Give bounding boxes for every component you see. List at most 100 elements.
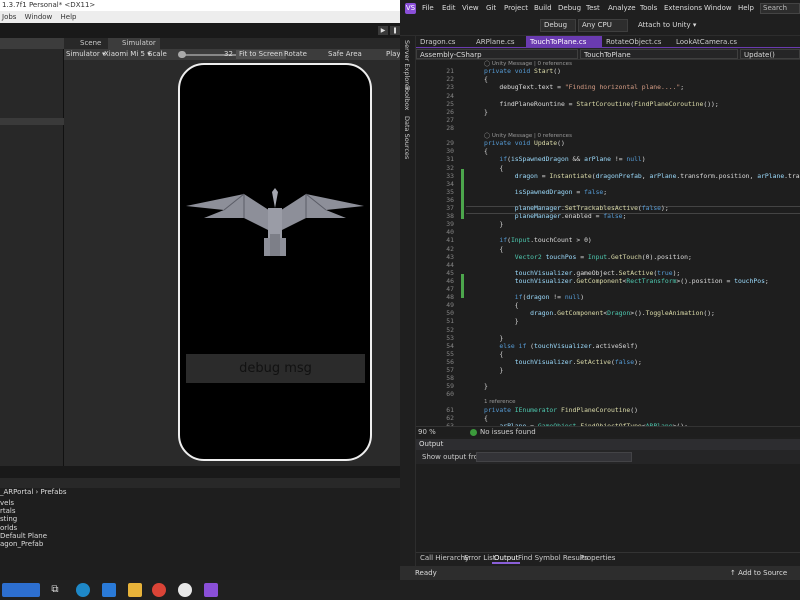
attach-to-unity-button[interactable]: Attach to Unity ▾ — [634, 19, 724, 32]
safe-area-toggle[interactable]: Safe Area — [328, 49, 362, 60]
unity-icon[interactable] — [178, 583, 192, 597]
code-line: 53 } — [416, 334, 800, 342]
search-input[interactable]: Search — [760, 3, 800, 14]
tab-arplane-cs[interactable]: ARPlane.cs — [472, 36, 526, 48]
pause-icon[interactable]: ❚ — [390, 26, 400, 35]
code-text: planeManager.enabled = false; — [514, 212, 627, 221]
code-line: 36 — [416, 196, 800, 204]
rotate-button[interactable]: Rotate — [284, 49, 307, 60]
play-icon[interactable]: ▶ — [378, 26, 388, 35]
menu-edit[interactable]: Edit — [442, 0, 456, 17]
menu-debug[interactable]: Debug — [558, 0, 581, 17]
list-item[interactable]: agon_Prefab — [0, 540, 47, 548]
zoom-level[interactable]: 90 % — [418, 427, 436, 437]
code-line: 38 planeManager.enabled = false; — [416, 212, 800, 220]
menu-analyze[interactable]: Analyze — [608, 0, 636, 17]
menu-build[interactable]: Build — [534, 0, 552, 17]
tab-lookatcamera-cs[interactable]: LookAtCamera.cs — [672, 36, 742, 48]
code-line: 25 findPlaneRountine = StartCoroutine(Fi… — [416, 100, 800, 108]
output-pane[interactable] — [416, 464, 800, 552]
fit-to-screen-button[interactable]: Fit to Screen — [236, 50, 286, 59]
code-line: 26} — [416, 108, 800, 116]
code-text: } — [484, 382, 488, 391]
code-line: 50 dragon.GetComponent<Dragon>().ToggleA… — [416, 309, 800, 317]
simulator-mode-dropdown[interactable]: Simulator ▾ — [66, 49, 106, 60]
scale-slider-handle[interactable] — [178, 51, 186, 58]
tab-scene[interactable]: Scene — [66, 38, 105, 49]
code-line: 46 touchVisualizer.GetComponent<RectTran… — [416, 277, 800, 285]
tab-dragon-cs[interactable]: Dragon.cs — [416, 36, 468, 48]
code-line: 37 planeManager.SetTrackablesActive(fals… — [416, 204, 800, 212]
project-dropdown[interactable]: Assembly-CSharp — [416, 49, 578, 59]
menu-tools[interactable]: Tools — [640, 0, 657, 17]
menu-git[interactable]: Git — [486, 0, 496, 17]
file-explorer-icon[interactable] — [128, 583, 142, 597]
line-number: 56 — [446, 357, 454, 366]
edge-browser-icon[interactable] — [76, 583, 90, 597]
menu-help[interactable]: Help — [738, 0, 754, 17]
menu-file[interactable]: File — [422, 0, 434, 17]
menu-window[interactable]: Window — [25, 13, 53, 21]
menu-test[interactable]: Test — [586, 0, 600, 17]
start-button[interactable] — [2, 583, 40, 597]
member-dropdown[interactable]: Update() — [740, 49, 800, 59]
code-line: 61 private IEnumerator FindPlaneCoroutine… — [416, 406, 800, 414]
line-number: 30 — [446, 147, 454, 156]
output-source-dropdown[interactable] — [476, 452, 632, 462]
list-item[interactable]: sting — [0, 515, 47, 523]
menu-view[interactable]: View — [462, 0, 479, 17]
code-text: if(Input.touchCount > 0) — [499, 236, 592, 245]
line-number: 50 — [446, 309, 454, 318]
data-sources-tab[interactable]: Data Sources — [403, 116, 411, 159]
status-text: Ready — [415, 569, 437, 577]
line-number: 41 — [446, 236, 454, 245]
server-explorer-tab[interactable]: Server Explorer — [403, 40, 411, 90]
device-dropdown[interactable]: Xiaomi Mi 5 ▾ — [104, 49, 151, 60]
tab-properties[interactable]: Properties — [578, 553, 617, 564]
menu-window[interactable]: Window — [704, 0, 732, 17]
platform-dropdown[interactable]: Any CPU — [578, 19, 628, 32]
menu-extensions[interactable]: Extensions — [664, 0, 702, 17]
debug-text: debug msg — [186, 354, 365, 383]
list-item[interactable]: vels — [0, 499, 47, 507]
list-item[interactable]: rtals — [0, 507, 47, 515]
task-view-icon[interactable]: ⧉ — [48, 583, 62, 597]
line-number: 24 — [446, 91, 454, 100]
tab-simulator[interactable]: Simulator — [108, 38, 160, 49]
code-line: 22 { — [416, 75, 800, 83]
list-item[interactable]: Default Plane — [0, 532, 47, 540]
tab-touchtoplane-cs[interactable]: TouchToPlane.cs — [526, 36, 602, 48]
vs-status-bar: Ready ↑ Add to Source Cont — [400, 566, 800, 591]
menu-project[interactable]: Project — [504, 0, 528, 17]
class-dropdown[interactable]: TouchToPlane — [580, 49, 738, 59]
code-text: if(isSpawnedDragon && arPlane != null) — [499, 155, 646, 164]
hierarchy-panel — [0, 38, 64, 466]
code-text: touchVisualizer.gameObject.SetActive(tru… — [514, 268, 681, 277]
line-number: 22 — [446, 75, 454, 84]
line-number: 49 — [446, 301, 454, 310]
menu-help[interactable]: Help — [61, 13, 77, 21]
windows-taskbar: ⧉ — [0, 580, 800, 600]
code-line: 42 { — [416, 245, 800, 253]
visual-studio-taskbar-icon[interactable] — [204, 583, 218, 597]
configuration-dropdown[interactable]: Debug — [540, 19, 576, 32]
document-tab-bar: Dragon.cs ARPlane.cs TouchToPlane.cs Rot… — [416, 36, 800, 48]
code-text: { — [484, 413, 488, 422]
issues-status[interactable]: No issues found — [480, 427, 536, 437]
menu-jobs[interactable]: Jobs — [2, 13, 16, 21]
asset-list: vels rtals sting orlds Default Plane ago… — [0, 499, 47, 548]
line-number: 48 — [446, 293, 454, 302]
mail-app-icon[interactable] — [102, 583, 116, 597]
code-line: 32 { — [416, 164, 800, 172]
unity-title-bar: 1.3.7f1 Personal* <DX11> — [0, 0, 400, 11]
code-text: { — [484, 147, 488, 156]
toolbox-tab[interactable]: Toolbox — [403, 86, 411, 110]
hierarchy-selected-row[interactable] — [0, 118, 64, 125]
breadcrumb[interactable]: _ARPortal › Prefabs — [0, 488, 67, 497]
tab-rotateobject-cs[interactable]: RotateObject.cs — [602, 36, 670, 48]
chrome-icon[interactable] — [152, 583, 166, 597]
list-item[interactable]: orlds — [0, 524, 47, 532]
line-number: 52 — [446, 325, 454, 334]
code-text: else if (touchVisualizer.activeSelf) — [499, 341, 638, 350]
code-editor[interactable]: ◯ Unity Message | 0 references 21 private … — [416, 60, 800, 426]
